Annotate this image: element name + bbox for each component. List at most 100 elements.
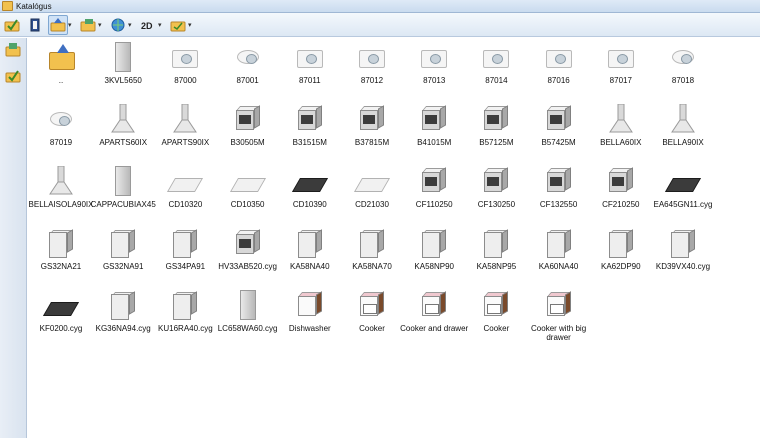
globe-icon bbox=[111, 18, 125, 31]
folder-check-button[interactable] bbox=[2, 15, 22, 35]
catalog-item[interactable]: 3KVL5650 bbox=[92, 40, 154, 98]
catalog-item[interactable]: KA60NA40 bbox=[528, 226, 590, 284]
catalog-item[interactable]: Cooker bbox=[465, 288, 527, 346]
globe-button[interactable] bbox=[108, 15, 128, 35]
folder-up-dropdown[interactable]: ▾ bbox=[68, 21, 74, 29]
catalog-item[interactable]: CF130250 bbox=[465, 164, 527, 222]
catalog-button[interactable] bbox=[3, 40, 23, 60]
catalog-item[interactable]: 87014 bbox=[465, 40, 527, 98]
parent-folder-icon bbox=[47, 44, 75, 70]
folder-view-button[interactable] bbox=[168, 15, 188, 35]
hood-icon bbox=[115, 166, 132, 196]
catalog-item[interactable]: B30505M bbox=[217, 102, 279, 160]
cooktop-icon bbox=[42, 302, 80, 316]
folder-check-side-button[interactable] bbox=[3, 66, 23, 86]
catalog-item[interactable]: BELLAISOLA90IX bbox=[29, 164, 93, 222]
catalog-item[interactable]: CF210250 bbox=[590, 164, 652, 222]
book-button[interactable] bbox=[25, 15, 45, 35]
item-thumbnail bbox=[291, 166, 328, 196]
cooktop-icon bbox=[664, 178, 702, 192]
catalog-window-icon bbox=[2, 1, 13, 11]
item-thumbnail bbox=[607, 103, 635, 134]
catalog-item[interactable]: Cooker bbox=[341, 288, 403, 346]
folder-view-dropdown[interactable]: ▾ bbox=[188, 21, 194, 29]
catalog-item[interactable]: GS32NA91 bbox=[92, 226, 154, 284]
fridge-icon bbox=[171, 290, 199, 320]
catalog-item[interactable]: B31515M bbox=[279, 102, 341, 160]
catalog-item[interactable]: 87019 bbox=[30, 102, 92, 160]
catalog-item[interactable]: 87012 bbox=[341, 40, 403, 98]
catalog-item[interactable]: .. bbox=[30, 40, 92, 98]
catalog-item[interactable]: KA62DP90 bbox=[590, 226, 652, 284]
item-label: 87018 bbox=[671, 76, 695, 85]
item-thumbnail bbox=[664, 166, 702, 196]
folder-up-button[interactable] bbox=[48, 14, 68, 35]
cooker-icon bbox=[358, 290, 386, 318]
catalog-item[interactable]: CF110250 bbox=[403, 164, 465, 222]
2d-view-dropdown[interactable]: ▾ bbox=[158, 21, 164, 29]
item-thumbnail bbox=[171, 42, 199, 72]
item-label: Cooker with big drawer bbox=[531, 324, 587, 342]
catalog-item[interactable]: B41015M bbox=[403, 102, 465, 160]
item-thumbnail bbox=[669, 103, 697, 134]
catalog-item[interactable]: 87011 bbox=[279, 40, 341, 98]
catalog-item[interactable]: 87000 bbox=[154, 40, 216, 98]
fridge-icon bbox=[358, 228, 386, 258]
catalog-item[interactable]: 87013 bbox=[403, 40, 465, 98]
oven-icon bbox=[234, 228, 262, 256]
folder-list-dropdown[interactable]: ▾ bbox=[98, 21, 104, 29]
item-thumbnail bbox=[420, 104, 448, 134]
item-thumbnail bbox=[545, 228, 573, 258]
item-thumbnail bbox=[171, 290, 199, 320]
item-thumbnail bbox=[607, 228, 635, 258]
catalog-item[interactable]: Cooker with big drawer bbox=[528, 288, 590, 346]
catalog-item[interactable]: LC658WA60.cyg bbox=[217, 288, 279, 346]
catalog-item[interactable]: CF132550 bbox=[528, 164, 590, 222]
catalog-item[interactable]: KU16RA40.cyg bbox=[154, 288, 216, 346]
catalog-item[interactable]: CD21030 bbox=[341, 164, 403, 222]
catalog-item[interactable]: KA58NP95 bbox=[465, 226, 527, 284]
catalog-item[interactable]: CD10350 bbox=[217, 164, 279, 222]
folder-list-icon bbox=[80, 18, 96, 31]
fridge-icon bbox=[669, 228, 697, 258]
catalog-item[interactable]: B37815M bbox=[341, 102, 403, 160]
catalog-item[interactable]: BELLA60IX bbox=[590, 102, 652, 160]
item-thumbnail bbox=[482, 290, 510, 320]
folder-list-button[interactable] bbox=[78, 15, 98, 35]
catalog-item[interactable]: 87016 bbox=[528, 40, 590, 98]
catalog-item[interactable]: B57425M bbox=[528, 102, 590, 160]
item-thumbnail bbox=[420, 228, 448, 258]
cooktop-icon bbox=[229, 178, 266, 192]
catalog-item[interactable]: KA58NP90 bbox=[403, 226, 465, 284]
fridge-icon bbox=[482, 228, 510, 258]
book-icon bbox=[30, 18, 40, 31]
catalog-item[interactable]: EA645GN11.cyg bbox=[652, 164, 714, 222]
item-thumbnail bbox=[358, 290, 386, 320]
catalog-item[interactable]: HV33AB520.cyg bbox=[217, 226, 279, 284]
catalog-item[interactable]: APARTS60IX bbox=[92, 102, 154, 160]
catalog-item[interactable]: GS32NA21 bbox=[30, 226, 92, 284]
globe-dropdown[interactable]: ▾ bbox=[128, 21, 134, 29]
catalog-item[interactable]: BELLA90IX bbox=[652, 102, 714, 160]
item-thumbnail bbox=[109, 42, 137, 72]
catalog-item[interactable]: CAPPACUBIAX45 bbox=[91, 164, 156, 222]
catalog-item[interactable]: KF0200.cyg bbox=[30, 288, 92, 346]
catalog-item[interactable]: KA58NA70 bbox=[341, 226, 403, 284]
catalog-item[interactable]: Cooker and drawer bbox=[400, 288, 468, 346]
sink-icon bbox=[172, 50, 199, 68]
catalog-item[interactable]: B57125M bbox=[465, 102, 527, 160]
catalog-item[interactable]: KD39VX40.cyg bbox=[652, 226, 714, 284]
catalog-item[interactable]: CD10320 bbox=[154, 164, 216, 222]
catalog-item[interactable]: 87018 bbox=[652, 40, 714, 98]
catalog-item[interactable]: GS34PA91 bbox=[154, 226, 216, 284]
catalog-item[interactable]: 87017 bbox=[590, 40, 652, 98]
2d-view-button[interactable]: 2D bbox=[138, 15, 158, 35]
item-thumbnail bbox=[47, 165, 75, 196]
catalog-item[interactable]: KA58NA40 bbox=[279, 226, 341, 284]
folder-view-icon bbox=[170, 21, 186, 31]
catalog-item[interactable]: Dishwasher bbox=[279, 288, 341, 346]
catalog-item[interactable]: KG36NA94.cyg bbox=[92, 288, 154, 346]
catalog-item[interactable]: CD10390 bbox=[279, 164, 341, 222]
catalog-item[interactable]: 87001 bbox=[217, 40, 279, 98]
catalog-item[interactable]: APARTS90IX bbox=[154, 102, 216, 160]
